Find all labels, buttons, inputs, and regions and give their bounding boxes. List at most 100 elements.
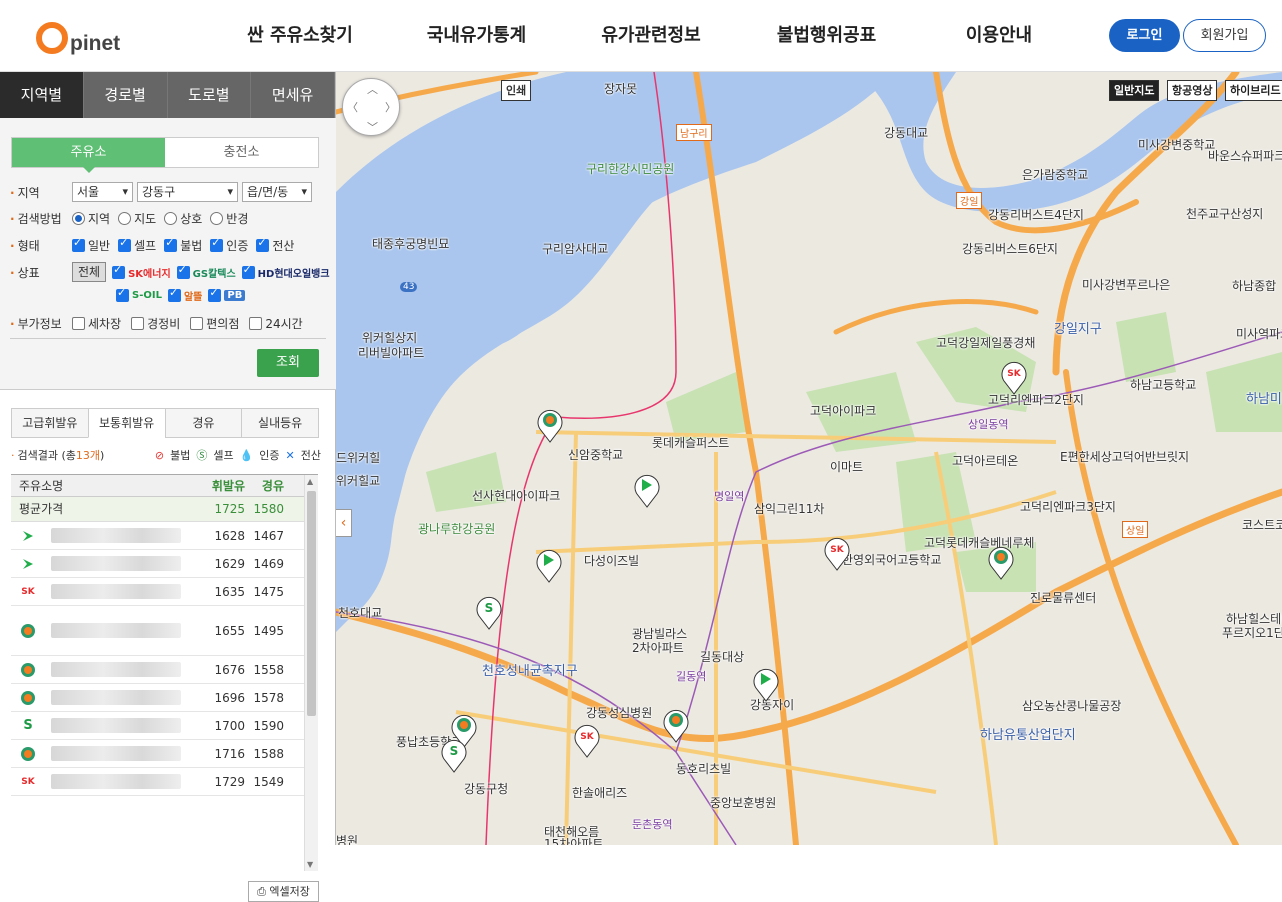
tab-premium-gasoline[interactable]: 고급휘발유: [11, 408, 89, 438]
scroll-down-icon[interactable]: ▼: [307, 860, 313, 869]
tab-diesel[interactable]: 경유: [164, 408, 243, 438]
station-pin-gs[interactable]: [986, 544, 1016, 580]
tab-road[interactable]: 도로별: [167, 72, 252, 118]
station-name-cell[interactable]: SK: [11, 578, 205, 605]
checkbox-icon[interactable]: [131, 317, 145, 330]
station-name-cell[interactable]: [11, 740, 205, 767]
checkbox-icon[interactable]: [164, 236, 178, 252]
checkbox-icon[interactable]: [72, 236, 85, 252]
search-button[interactable]: 조회: [257, 349, 319, 377]
checkbox-pb[interactable]: [208, 286, 222, 302]
type-general[interactable]: 일반: [72, 236, 110, 254]
table-row[interactable]: SK 1635 1475: [11, 578, 318, 606]
type-certified[interactable]: 인증: [210, 236, 248, 254]
tab-region[interactable]: 지역별: [0, 72, 84, 118]
station-pin-soil[interactable]: S: [439, 737, 469, 773]
table-scrollbar[interactable]: ▲ ▼: [304, 475, 318, 871]
station-name-cell[interactable]: [11, 684, 205, 711]
table-row[interactable]: 1655 1495: [11, 606, 318, 656]
tab-charging-station[interactable]: 충전소: [165, 138, 318, 167]
station-pin-sk[interactable]: SK: [822, 535, 852, 571]
station-pin-hd[interactable]: [751, 666, 781, 702]
station-name-cell[interactable]: [11, 606, 205, 655]
nav-oil-info[interactable]: 유가관련정보: [563, 0, 739, 72]
radio-icon[interactable]: [164, 212, 178, 225]
header-diesel[interactable]: 경유: [245, 475, 288, 496]
station-pin-sk[interactable]: SK: [999, 359, 1029, 395]
station-name-cell[interactable]: S: [11, 712, 205, 739]
opinet-logo[interactable]: pinet: [36, 14, 120, 54]
pan-right-icon[interactable]: 〉: [385, 99, 396, 115]
join-button[interactable]: 회원가입: [1183, 19, 1266, 52]
station-name-cell[interactable]: SK: [11, 768, 205, 795]
pan-left-icon[interactable]: 〈: [347, 99, 358, 115]
extra-carwash[interactable]: 세차장: [72, 315, 121, 332]
checkbox-gs[interactable]: [176, 263, 190, 279]
table-row[interactable]: 1628 1467: [11, 522, 318, 550]
print-badge[interactable]: 인쇄: [501, 80, 532, 101]
collapse-panel-button[interactable]: ‹: [336, 509, 352, 537]
method-map[interactable]: 지도: [118, 210, 156, 227]
extra-store[interactable]: 편의점: [190, 315, 239, 332]
station-name-cell[interactable]: [11, 656, 205, 683]
radio-icon[interactable]: [210, 212, 224, 225]
tab-route[interactable]: 경로별: [83, 72, 168, 118]
checkbox-hd[interactable]: [241, 263, 255, 279]
station-pin-soil[interactable]: S: [474, 594, 504, 630]
sigungu-select[interactable]: 강동구: [137, 182, 238, 202]
nav-illegal-notice[interactable]: 불법행위공표: [739, 0, 914, 72]
checkbox-icon[interactable]: [190, 317, 204, 330]
station-pin-sk[interactable]: SK: [572, 722, 602, 758]
radio-icon[interactable]: [72, 212, 85, 225]
pan-up-icon[interactable]: ︿: [367, 81, 378, 97]
station-pin-hd[interactable]: [632, 472, 662, 508]
method-name[interactable]: 상호: [164, 210, 202, 227]
extra-repair[interactable]: 경정비: [131, 315, 180, 332]
scroll-thumb[interactable]: [307, 491, 316, 716]
table-row[interactable]: 1676 1558: [11, 656, 318, 684]
type-self[interactable]: 셀프: [118, 236, 156, 254]
map-type-aerial[interactable]: 항공영상: [1167, 80, 1218, 101]
tab-gas-station[interactable]: 주유소: [12, 138, 165, 173]
brand-all-button[interactable]: 전체: [72, 262, 107, 282]
tab-regular-gasoline[interactable]: 보통휘발유: [87, 408, 166, 438]
table-row[interactable]: SK 1729 1549: [11, 768, 318, 796]
nav-guide[interactable]: 이용안내: [914, 0, 1084, 72]
station-name-cell[interactable]: [11, 522, 205, 549]
extra-24h[interactable]: 24시간: [249, 315, 303, 332]
station-pin-gs[interactable]: [661, 707, 691, 743]
map-type-normal[interactable]: 일반지도: [1109, 80, 1160, 101]
tab-kerosene[interactable]: 실내등유: [241, 408, 319, 438]
map-pan-control[interactable]: ︿ ﹀ 〈 〉: [342, 78, 400, 136]
method-radius[interactable]: 반경: [210, 210, 248, 227]
checkbox-icon[interactable]: [118, 236, 132, 252]
type-illegal[interactable]: 불법: [164, 236, 202, 254]
table-row[interactable]: 1716 1588: [11, 740, 318, 768]
nav-cheap-station[interactable]: 싼 주유소찾기: [210, 0, 390, 72]
checkbox-altteul[interactable]: [167, 286, 181, 302]
checkbox-icon[interactable]: [72, 317, 85, 330]
station-pin-hd[interactable]: [534, 547, 564, 583]
login-button[interactable]: 로그인: [1109, 19, 1180, 52]
type-computerized[interactable]: 전산: [256, 236, 294, 254]
table-row[interactable]: 1696 1578: [11, 684, 318, 712]
map-type-hybrid[interactable]: 하이브리드: [1225, 80, 1282, 101]
checkbox-icon[interactable]: [210, 236, 224, 252]
checkbox-icon[interactable]: [256, 236, 270, 252]
scroll-up-icon[interactable]: ▲: [307, 477, 313, 486]
pan-down-icon[interactable]: ﹀: [367, 119, 378, 135]
radio-icon[interactable]: [118, 212, 132, 225]
checkbox-sk[interactable]: [112, 263, 126, 279]
nav-domestic-stats[interactable]: 국내유가통계: [390, 0, 563, 72]
map-view[interactable]: ︿ ﹀ 〈 〉 인쇄 일반지도 항공영상 하이브리드 ‹ 장자못 남구리 구리한강시…: [336, 72, 1282, 845]
method-region[interactable]: 지역: [72, 210, 110, 227]
sido-select[interactable]: 서울: [72, 182, 133, 202]
table-row[interactable]: 1629 1469: [11, 550, 318, 578]
tab-taxfree[interactable]: 면세유: [251, 72, 335, 118]
dong-select[interactable]: 읍/면/동: [242, 182, 312, 202]
checkbox-icon[interactable]: [249, 317, 263, 330]
excel-save-button[interactable]: ⎙ 엑셀저장: [248, 881, 319, 902]
checkbox-soil[interactable]: [116, 286, 129, 302]
station-pin-gs[interactable]: [535, 407, 565, 443]
header-gasoline[interactable]: 휘발유: [205, 475, 245, 496]
